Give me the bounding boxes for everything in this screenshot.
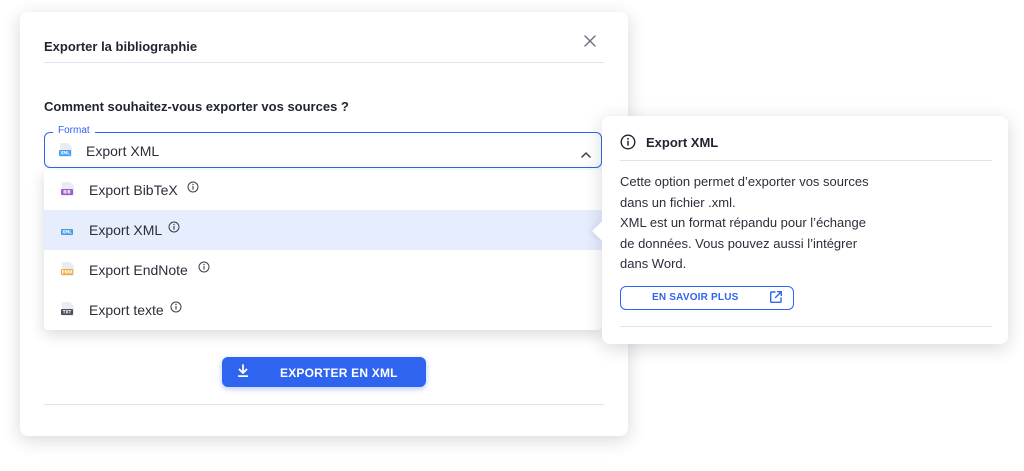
info-icon[interactable] bbox=[198, 260, 210, 278]
export-question: Comment souhaitez-vous exporter vos sour… bbox=[44, 99, 349, 114]
info-icon[interactable] bbox=[170, 300, 182, 318]
svg-text:XML: XML bbox=[62, 230, 72, 235]
export-xml-tooltip: Export XML Cette option permet d’exporte… bbox=[592, 116, 1008, 344]
download-icon bbox=[236, 364, 250, 383]
endnote-file-icon: ENW bbox=[61, 261, 75, 282]
bib-file-icon: BIB bbox=[61, 181, 75, 202]
format-select-value: Export XML bbox=[86, 143, 160, 159]
svg-text:XML: XML bbox=[60, 151, 70, 156]
export-bibliography-modal: Exporter la bibliographie Comment souhai… bbox=[20, 12, 628, 436]
footer-divider bbox=[44, 404, 604, 405]
close-icon bbox=[584, 35, 596, 47]
header-divider bbox=[44, 62, 604, 63]
tooltip-description: Cette option permet d’exporter vos sourc… bbox=[620, 172, 920, 275]
learn-more-button[interactable]: EN SAVOIR PLUS bbox=[620, 286, 794, 310]
format-select[interactable]: Format XML Export XML bbox=[44, 124, 602, 168]
tooltip-line: de données. Vous pouvez aussi l’intégrer bbox=[620, 235, 858, 251]
info-icon[interactable] bbox=[187, 180, 199, 198]
format-select-label: Format bbox=[53, 124, 95, 138]
format-dropdown: BIB Export BibTeX XML Export XML ENW Exp… bbox=[44, 170, 602, 330]
tooltip-line: dans Word. bbox=[620, 256, 687, 271]
info-icon bbox=[620, 134, 636, 155]
xml-file-icon: XML bbox=[59, 142, 73, 163]
option-label: Export XML bbox=[89, 222, 163, 238]
tooltip-line: Cette option permet d’exporter vos sourc… bbox=[620, 174, 869, 189]
info-icon[interactable] bbox=[168, 220, 180, 238]
external-link-icon bbox=[769, 290, 783, 309]
svg-text:ENW: ENW bbox=[62, 270, 73, 275]
export-xml-button[interactable]: EXPORTER EN XML bbox=[222, 357, 426, 387]
learn-more-label: EN SAVOIR PLUS bbox=[652, 292, 739, 303]
tooltip-line: XML est un format répandu pour l’échange bbox=[620, 215, 866, 230]
xml-file-icon: XML bbox=[61, 221, 75, 242]
chevron-up-icon bbox=[581, 145, 591, 163]
option-xml[interactable]: XML Export XML bbox=[44, 210, 602, 250]
tooltip-title: Export XML bbox=[646, 135, 719, 150]
close-button[interactable] bbox=[581, 32, 599, 50]
option-text[interactable]: TXT Export texte bbox=[44, 290, 602, 330]
svg-text:BIB: BIB bbox=[63, 190, 71, 195]
tooltip-divider bbox=[620, 160, 992, 161]
svg-text:TXT: TXT bbox=[63, 310, 72, 315]
option-label: Export texte bbox=[89, 302, 164, 318]
option-endnote[interactable]: ENW Export EndNote bbox=[44, 250, 602, 290]
option-bibtex[interactable]: BIB Export BibTeX bbox=[44, 170, 602, 210]
tooltip-footer-divider bbox=[620, 326, 992, 327]
modal-title: Exporter la bibliographie bbox=[44, 39, 198, 54]
txt-file-icon: TXT bbox=[61, 301, 75, 322]
option-label: Export BibTeX bbox=[89, 182, 178, 198]
export-button-label: EXPORTER EN XML bbox=[280, 366, 398, 380]
option-label: Export EndNote bbox=[89, 262, 188, 278]
tooltip-line: dans un fichier .xml. bbox=[620, 194, 736, 210]
